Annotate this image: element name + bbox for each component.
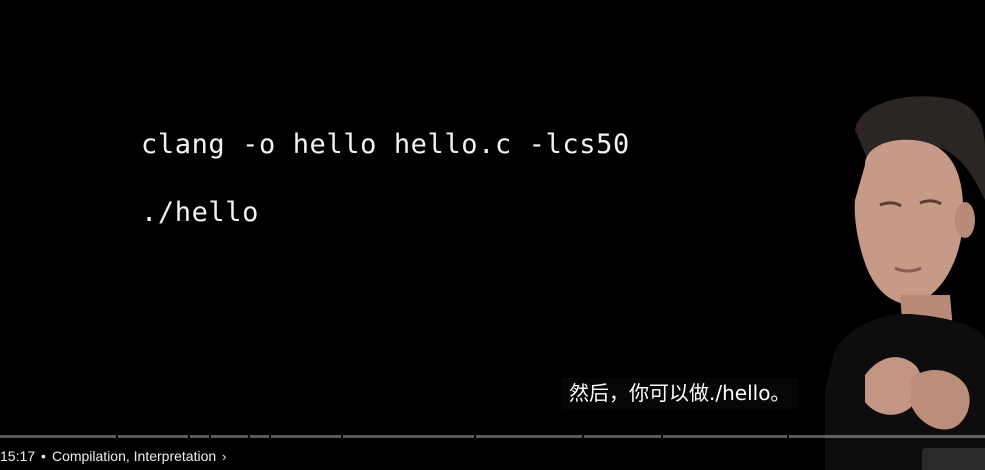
progress-bar[interactable] (0, 435, 985, 438)
code-line-compile: clang -o hello hello.c -lcs50 (141, 129, 630, 160)
chapter-segment[interactable] (789, 435, 985, 438)
chapter-segment[interactable] (663, 435, 787, 438)
chapter-title: Compilation, Interpretation (51, 448, 217, 464)
chapter-segment[interactable] (0, 435, 116, 438)
time-display: 15:17 (0, 448, 36, 464)
presenter-image (825, 96, 985, 470)
chapter-segment[interactable] (343, 435, 474, 438)
chapter-segment[interactable] (271, 435, 341, 438)
chevron-right-icon: › (222, 448, 227, 464)
player-controls: 15:17 • Compilation, Interpretation › (0, 448, 227, 470)
chapter-segment[interactable] (584, 435, 661, 438)
chapter-segment[interactable] (476, 435, 582, 438)
chapter-segment[interactable] (211, 435, 248, 438)
chapter-title-button[interactable]: Compilation, Interpretation › (52, 448, 227, 464)
chapter-segment[interactable] (190, 435, 209, 438)
video-frame[interactable]: clang -o hello hello.c -lcs50 ./hello 然后… (0, 0, 985, 470)
miniplayer-button[interactable] (922, 448, 985, 470)
separator-dot: • (41, 448, 46, 464)
chapter-segment[interactable] (118, 435, 188, 438)
code-line-run: ./hello (141, 197, 259, 228)
video-player[interactable]: clang -o hello hello.c -lcs50 ./hello 然后… (0, 0, 985, 470)
caption-subtitle: 然后，你可以做./hello。 (561, 378, 799, 409)
chapter-segment[interactable] (250, 435, 269, 438)
